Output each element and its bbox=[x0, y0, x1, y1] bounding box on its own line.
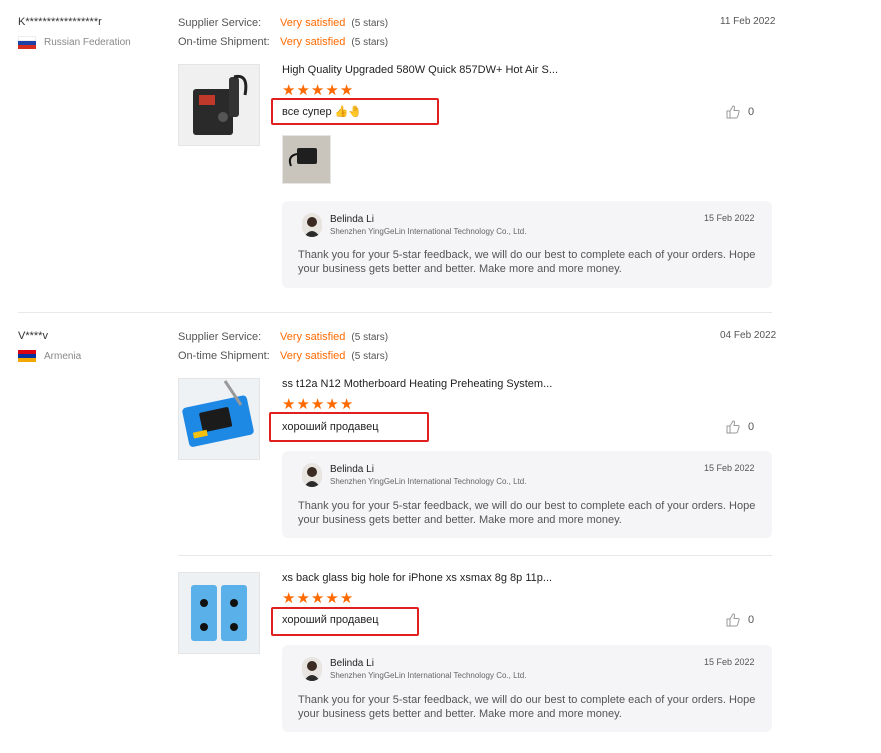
seller-company: Shenzhen YingGeLin International Technol… bbox=[330, 671, 527, 680]
reply-date: 15 Feb 2022 bbox=[704, 463, 755, 473]
shipment-rating: On-time Shipment: Very satisfied (5 stars) bbox=[178, 36, 388, 48]
star-icon: ★ bbox=[325, 396, 339, 413]
russia-flag-icon bbox=[18, 36, 36, 49]
product-thumbnail[interactable] bbox=[178, 572, 260, 654]
like-count: 0 bbox=[748, 421, 755, 433]
seller-avatar bbox=[302, 657, 322, 681]
buyer-country: Armenia bbox=[18, 350, 81, 362]
like-button[interactable]: 0 bbox=[726, 613, 754, 627]
armenia-flag-icon bbox=[18, 350, 36, 362]
star-icon: ★ bbox=[339, 590, 354, 607]
star-icon: ★ bbox=[296, 82, 310, 99]
reply-date: 15 Feb 2022 bbox=[704, 657, 755, 667]
seller-company: Shenzhen YingGeLin International Technol… bbox=[330, 477, 527, 486]
review-comment: хороший продавец bbox=[282, 421, 379, 433]
like-count: 0 bbox=[748, 614, 755, 626]
star-icon: ★ bbox=[310, 82, 325, 99]
review-comment: все супер 👍🤚 bbox=[282, 106, 363, 118]
product-thumbnail[interactable] bbox=[178, 64, 260, 146]
review-date: 11 Feb 2022 bbox=[720, 16, 776, 27]
seller-reply: Belinda Li Shenzhen YingGeLin Internatio… bbox=[282, 645, 772, 732]
like-button[interactable]: 0 bbox=[726, 420, 754, 434]
shipment-note: (5 stars) bbox=[351, 37, 389, 48]
supplier-service-label: Supplier Service: bbox=[178, 331, 262, 343]
thumbs-up-icon bbox=[726, 613, 740, 627]
seller-name: Belinda Li bbox=[330, 214, 374, 225]
seller-company: Shenzhen YingGeLin International Technol… bbox=[330, 227, 527, 236]
buyer-name: V****v bbox=[18, 330, 48, 342]
star-icon: ★ bbox=[310, 590, 325, 607]
supplier-service-value: Very satisfied bbox=[280, 17, 346, 29]
star-icon: ★ bbox=[296, 396, 310, 413]
shipment-label: On-time Shipment: bbox=[178, 350, 270, 362]
supplier-service-label: Supplier Service: bbox=[178, 17, 262, 29]
star-icon: ★ bbox=[282, 82, 296, 99]
seller-reply: Belinda Li Shenzhen YingGeLin Internatio… bbox=[282, 451, 772, 538]
shipment-value: Very satisfied bbox=[280, 350, 346, 362]
reply-text: Thank you for your 5-star feedback, we w… bbox=[298, 249, 756, 275]
thumbs-up-icon bbox=[726, 105, 740, 119]
seller-avatar bbox=[302, 213, 322, 237]
star-icon: ★ bbox=[339, 396, 354, 413]
star-icon: ★ bbox=[282, 396, 296, 413]
seller-reply: Belinda Li Shenzhen YingGeLin Internatio… bbox=[282, 201, 772, 288]
shipment-label: On-time Shipment: bbox=[178, 36, 270, 48]
shipment-value: Very satisfied bbox=[280, 36, 346, 48]
shipment-note: (5 stars) bbox=[351, 351, 389, 362]
product-title[interactable]: High Quality Upgraded 580W Quick 857DW+ … bbox=[282, 64, 558, 76]
shipment-rating: On-time Shipment: Very satisfied (5 stars) bbox=[178, 350, 388, 362]
like-button[interactable]: 0 bbox=[726, 105, 754, 119]
supplier-service-value: Very satisfied bbox=[280, 331, 346, 343]
star-icon: ★ bbox=[296, 590, 310, 607]
star-icon: ★ bbox=[325, 82, 339, 99]
country-name: Russian Federation bbox=[44, 36, 131, 48]
supplier-service-note: (5 stars) bbox=[351, 332, 389, 343]
supplier-service-rating: Supplier Service: Very satisfied (5 stars) bbox=[178, 331, 388, 343]
product-rating-stars: ★ ★ ★ ★ ★ bbox=[282, 591, 353, 606]
buyer-country: Russian Federation bbox=[18, 36, 131, 49]
seller-name: Belinda Li bbox=[330, 464, 374, 475]
review-photo[interactable] bbox=[282, 135, 331, 184]
reply-text: Thank you for your 5-star feedback, we w… bbox=[298, 500, 756, 526]
like-count: 0 bbox=[748, 106, 755, 118]
product-thumbnail[interactable] bbox=[178, 378, 260, 460]
country-name: Armenia bbox=[44, 350, 82, 362]
star-icon: ★ bbox=[310, 396, 325, 413]
thumbs-up-icon bbox=[726, 420, 740, 434]
review-date: 04 Feb 2022 bbox=[720, 330, 777, 341]
product-rating-stars: ★ ★ ★ ★ ★ bbox=[282, 397, 353, 412]
supplier-service-rating: Supplier Service: Very satisfied (5 stars) bbox=[178, 17, 388, 29]
item-divider bbox=[178, 555, 772, 556]
supplier-service-note: (5 stars) bbox=[351, 18, 389, 29]
star-icon: ★ bbox=[339, 82, 354, 99]
review-comment: хороший продавец bbox=[282, 614, 379, 626]
seller-name: Belinda Li bbox=[330, 658, 374, 669]
product-title[interactable]: ss t12a N12 Motherboard Heating Preheati… bbox=[282, 378, 552, 390]
buyer-name: K*****************r bbox=[18, 16, 102, 28]
product-rating-stars: ★ ★ ★ ★ ★ bbox=[282, 83, 353, 98]
star-icon: ★ bbox=[325, 590, 339, 607]
reply-date: 15 Feb 2022 bbox=[704, 213, 755, 223]
reply-text: Thank you for your 5-star feedback, we w… bbox=[298, 694, 756, 720]
review-divider bbox=[18, 312, 772, 313]
star-icon: ★ bbox=[282, 590, 296, 607]
seller-avatar bbox=[302, 463, 322, 487]
product-title[interactable]: xs back glass big hole for iPhone xs xsm… bbox=[282, 572, 552, 584]
